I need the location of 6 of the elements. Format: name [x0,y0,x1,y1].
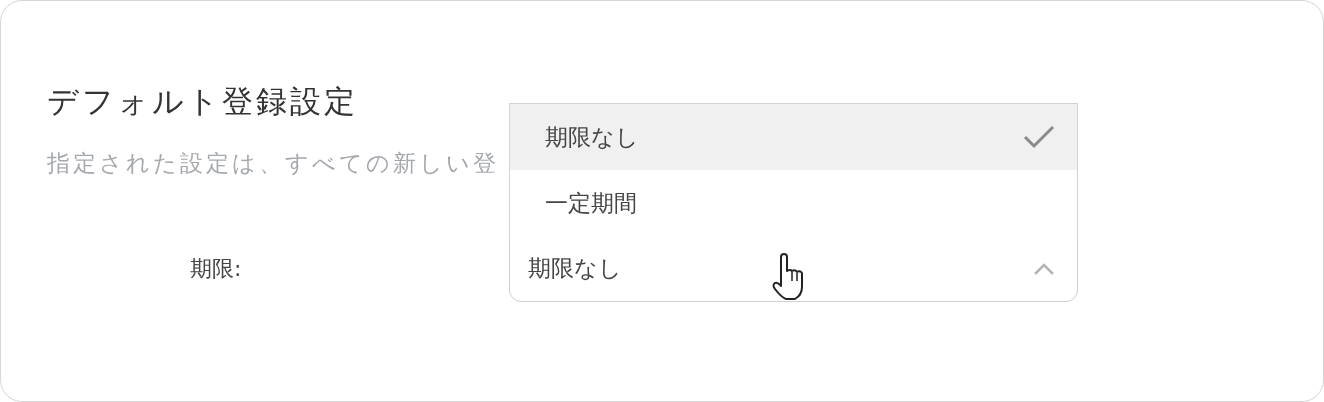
dropdown-option[interactable]: 期限なし [510,104,1077,170]
field-label: 期限: [189,254,242,283]
check-icon [1023,125,1055,149]
section-description: 指定された設定は、すべての新しい登 [47,149,499,178]
expiry-dropdown[interactable]: 期限なし [509,235,1078,302]
section-title: デフォルト登録設定 [47,82,359,121]
